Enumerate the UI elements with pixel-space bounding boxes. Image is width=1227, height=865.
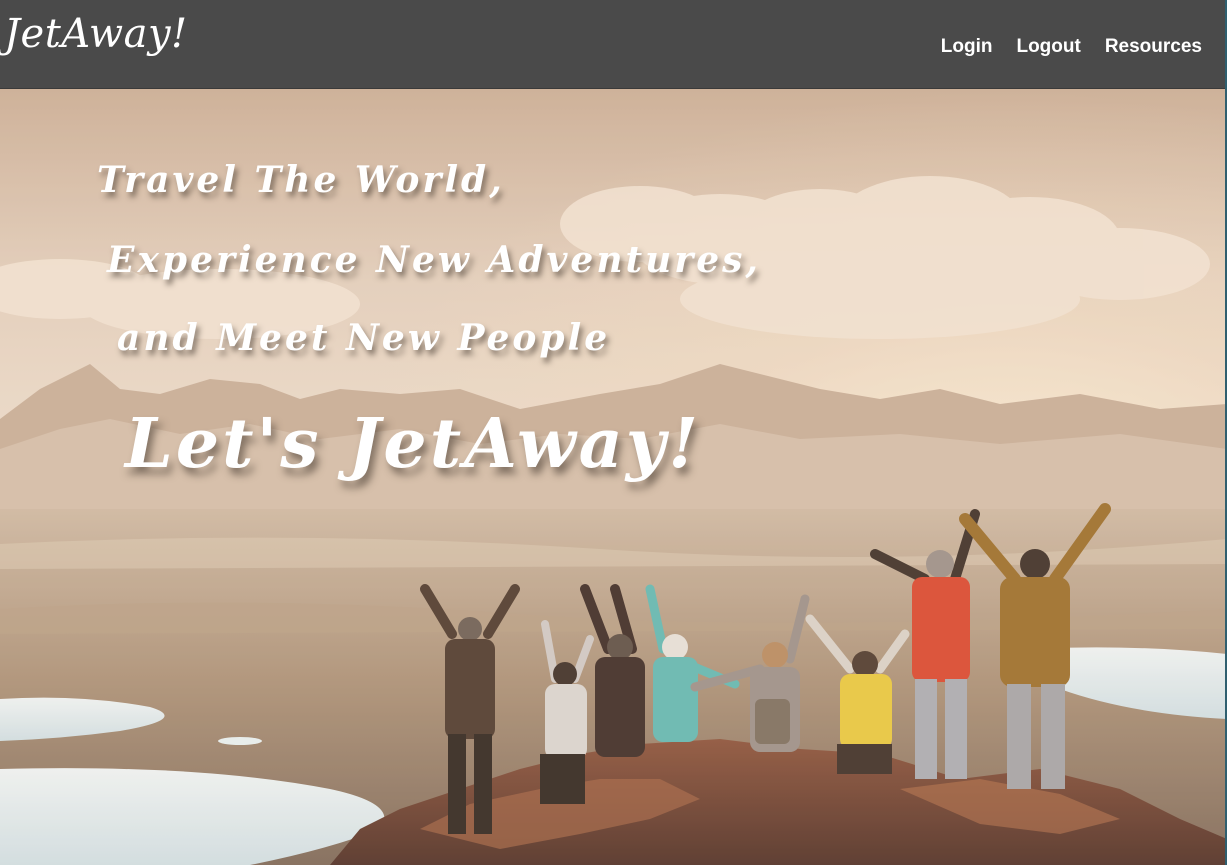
navbar: JetAway! Login Logout Resources: [0, 0, 1227, 89]
hero-section: Travel The World, Experience New Adventu…: [0, 89, 1227, 865]
nav-links: Login Logout Resources: [941, 34, 1202, 60]
hero-cta-title: Let's JetAway!: [125, 404, 702, 484]
brand-logo[interactable]: JetAway!: [4, 6, 188, 62]
nav-logout-link[interactable]: Logout: [1016, 34, 1080, 60]
tagline-line-2: Experience New Adventures,: [107, 239, 761, 281]
tagline-line-1: Travel The World,: [97, 159, 505, 201]
nav-resources-link[interactable]: Resources: [1105, 34, 1202, 60]
tagline-line-3: and Meet New People: [117, 317, 611, 359]
nav-login-link[interactable]: Login: [941, 34, 993, 60]
